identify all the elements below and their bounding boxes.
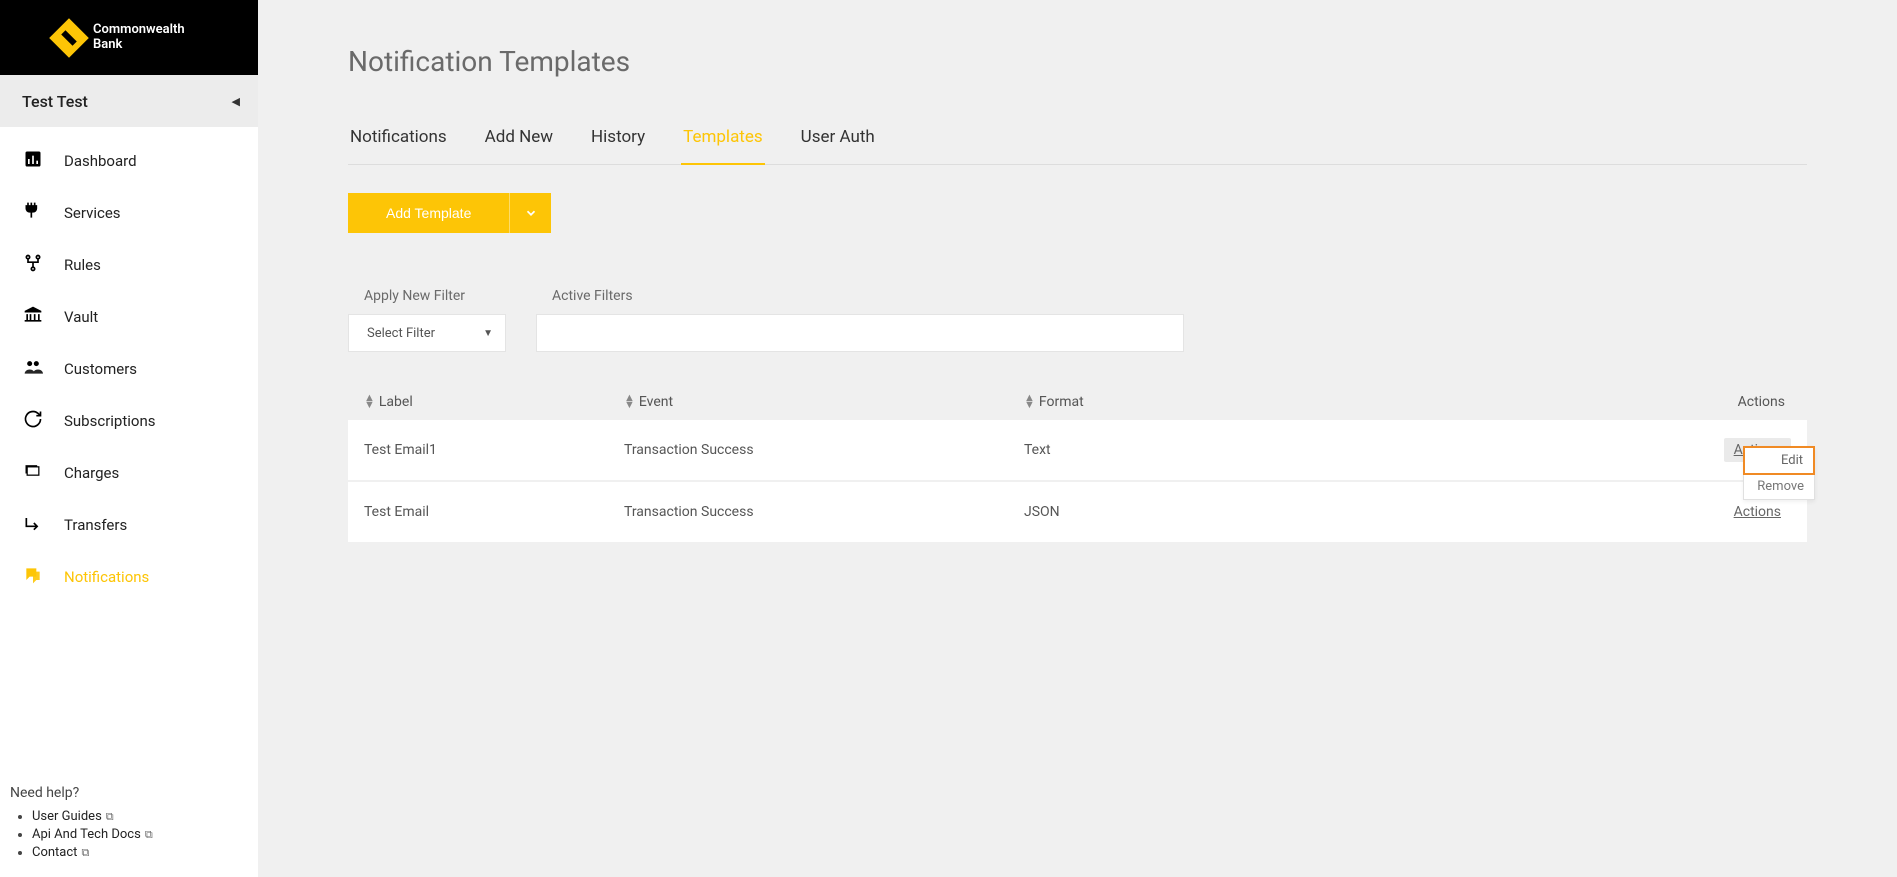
row-actions-trigger[interactable]: Actions [1724,500,1791,524]
row-actions-menu: Edit Remove [1743,446,1815,500]
sidebar-item-services[interactable]: Services [0,187,258,239]
cell-event: Transaction Success [624,504,1024,520]
active-filters-box [536,314,1184,352]
brand-text: Commonwealth Bank [93,23,185,53]
sidebar-nav: Dashboard Services Rules Vault [0,127,258,777]
action-remove[interactable]: Remove [1744,474,1814,499]
sidebar-item-vault[interactable]: Vault [0,291,258,343]
notifications-icon [22,565,44,590]
external-link-icon: ⧉ [106,810,114,823]
cell-format: Text [1024,442,1404,458]
tab-templates[interactable]: Templates [681,117,765,165]
tab-notifications[interactable]: Notifications [348,117,449,165]
sidebar-item-label: Rules [64,256,101,274]
brand-header: Commonwealth Bank [0,0,258,75]
help-link-label: Api And Tech Docs [32,827,141,842]
sidebar-item-label: Notifications [64,568,149,586]
action-edit[interactable]: Edit [1743,446,1815,475]
sidebar-item-notifications[interactable]: Notifications [0,551,258,603]
sidebar-user-name: Test Test [22,92,88,111]
sidebar-help: Need help? User Guides ⧉ Api And Tech Doc… [0,777,258,877]
sidebar-item-label: Subscriptions [64,412,155,430]
tab-add-new[interactable]: Add New [483,117,555,165]
cell-event: Transaction Success [624,442,1024,458]
sidebar-item-transfers[interactable]: Transfers [0,499,258,551]
column-label-text: Label [379,394,413,410]
sort-icon: ▲▼ [624,395,635,408]
external-link-icon: ⧉ [81,846,89,859]
active-filters-label: Active Filters [536,288,1184,304]
column-actions: Actions [1404,394,1791,410]
caret-down-icon: ▼ [483,328,493,339]
column-format-text: Format [1039,394,1084,410]
rules-icon [22,253,44,278]
help-link-label: Contact [32,845,77,860]
services-icon [22,201,44,226]
page-title: Notification Templates [348,45,1807,78]
select-filter-dropdown[interactable]: Select Filter ▼ [348,314,506,352]
table-header: ▲▼ Label ▲▼ Event ▲▼ Format Actions [348,384,1807,420]
column-event[interactable]: ▲▼ Event [624,394,1024,410]
column-format[interactable]: ▲▼ Format [1024,394,1404,410]
brand-line2: Bank [93,38,185,53]
sidebar-item-subscriptions[interactable]: Subscriptions [0,395,258,447]
charges-icon [22,461,44,486]
sidebar: Commonwealth Bank Test Test ◀ Dashboard … [0,0,258,877]
chevron-down-icon [524,206,538,220]
sidebar-user-toggle[interactable]: Test Test ◀ [0,75,258,127]
caret-left-icon: ◀ [232,95,240,108]
help-link-user-guides[interactable]: User Guides ⧉ [32,809,114,824]
sidebar-item-label: Services [64,204,121,222]
sidebar-item-label: Vault [64,308,98,326]
column-label[interactable]: ▲▼ Label [364,394,624,410]
templates-table: ▲▼ Label ▲▼ Event ▲▼ Format Actions Test… [348,384,1807,544]
brand-line1: Commonwealth [93,23,185,38]
customers-icon [22,357,44,382]
sidebar-item-label: Customers [64,360,137,378]
tabs: Notifications Add New History Templates … [348,116,1807,165]
add-template-dropdown-button[interactable] [509,193,551,233]
help-link-api-docs[interactable]: Api And Tech Docs ⧉ [32,827,153,842]
tab-history[interactable]: History [589,117,647,165]
table-row: Test Email Transaction Success JSON Acti… [348,482,1807,544]
sidebar-item-charges[interactable]: Charges [0,447,258,499]
sidebar-item-rules[interactable]: Rules [0,239,258,291]
help-title: Need help? [10,785,248,801]
add-template-button[interactable]: Add Template [348,193,509,233]
cell-label: Test Email [364,504,624,520]
transfers-icon [22,513,44,538]
sort-icon: ▲▼ [364,395,375,408]
dashboard-icon [22,149,44,174]
tab-user-auth[interactable]: User Auth [799,117,877,165]
help-link-label: User Guides [32,809,102,824]
sidebar-item-label: Dashboard [64,152,137,170]
sidebar-item-label: Transfers [64,516,127,534]
table-row: Test Email1 Transaction Success Text Act… [348,420,1807,482]
brand-logo-icon [49,18,89,58]
sidebar-item-customers[interactable]: Customers [0,343,258,395]
subscriptions-icon [22,409,44,434]
cell-format: JSON [1024,504,1404,520]
sidebar-item-dashboard[interactable]: Dashboard [0,135,258,187]
select-filter-placeholder: Select Filter [367,326,435,341]
apply-filter-label: Apply New Filter [348,288,506,304]
vault-icon [22,305,44,330]
cell-label: Test Email1 [364,442,624,458]
column-actions-text: Actions [1738,394,1785,410]
sort-icon: ▲▼ [1024,395,1035,408]
sidebar-item-label: Charges [64,464,119,482]
column-event-text: Event [639,394,673,410]
external-link-icon: ⧉ [145,828,153,841]
help-link-contact[interactable]: Contact ⧉ [32,845,89,860]
main-content: Notification Templates Notifications Add… [258,0,1897,877]
